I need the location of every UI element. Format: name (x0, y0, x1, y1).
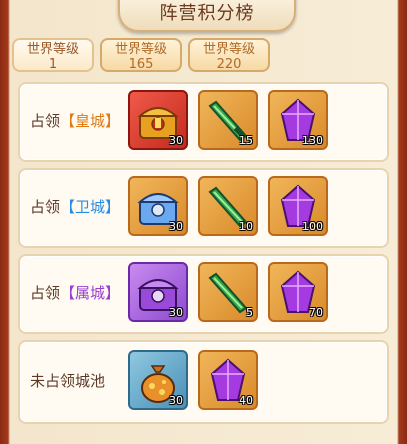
reward-qty: 5 (246, 306, 253, 319)
row-label: 占领【皇城】 (30, 110, 120, 131)
page-title: 阵营积分榜 (118, 0, 296, 32)
reward-qty: 30 (169, 134, 183, 147)
reward-slot[interactable]: 30 (128, 262, 188, 322)
tab-label: 世界等级 (202, 42, 255, 57)
reward-row-guard-city: 占领【卫城】 30 10 100 (18, 168, 389, 248)
reward-qty: 15 (239, 134, 253, 147)
row-prefix: 占领 (30, 284, 61, 302)
reward-qty: 70 (309, 306, 323, 319)
reward-slot[interactable]: 15 (198, 90, 258, 150)
reward-qty: 40 (239, 394, 253, 407)
reward-slot[interactable]: 130 (268, 90, 328, 150)
reward-row-imperial-city: 占领【皇城】 30 15 130 (18, 82, 389, 162)
reward-qty: 30 (169, 394, 183, 407)
reward-qty: 10 (239, 220, 253, 233)
tab-world-level-1[interactable]: 世界等级 1 (12, 38, 94, 72)
reward-slot[interactable]: 5 (198, 262, 258, 322)
reward-qty: 30 (169, 306, 183, 319)
reward-slot[interactable]: 30 (128, 176, 188, 236)
reward-slot[interactable]: 10 (198, 176, 258, 236)
reward-slot[interactable]: 30 (128, 350, 188, 410)
row-label: 占领【属城】 (30, 282, 120, 303)
reward-row-unoccupied: 未占领城池 30 40 (18, 340, 389, 424)
row-prefix: 占领 (30, 198, 61, 216)
tab-world-level-220[interactable]: 世界等级 220 (188, 38, 270, 72)
tab-label: 世界等级 (26, 42, 79, 57)
reward-row-vassal-city: 占领【属城】 30 5 70 (18, 254, 389, 334)
row-city-name: 【卫城】 (60, 198, 121, 216)
reward-slot[interactable]: 100 (268, 176, 328, 236)
row-city-name: 【皇城】 (60, 112, 121, 130)
tab-level: 1 (48, 57, 58, 72)
row-label: 未占领城池 (30, 372, 106, 390)
reward-slot[interactable]: 30 (128, 90, 188, 150)
reward-slot[interactable]: 40 (198, 350, 258, 410)
jade-blade-icon (208, 272, 248, 314)
tab-label: 世界等级 (114, 42, 167, 57)
tab-world-level-165[interactable]: 世界等级 165 (100, 38, 182, 72)
row-prefix: 占领 (30, 112, 61, 130)
reward-qty: 30 (169, 220, 183, 233)
reward-qty: 100 (302, 220, 323, 233)
row-city-name: 【属城】 (60, 284, 121, 302)
row-label: 占领【卫城】 (30, 196, 120, 217)
reward-slot[interactable]: 70 (268, 262, 328, 322)
reward-qty: 130 (302, 134, 323, 147)
tab-level: 220 (216, 57, 242, 72)
tab-level: 165 (128, 57, 154, 72)
